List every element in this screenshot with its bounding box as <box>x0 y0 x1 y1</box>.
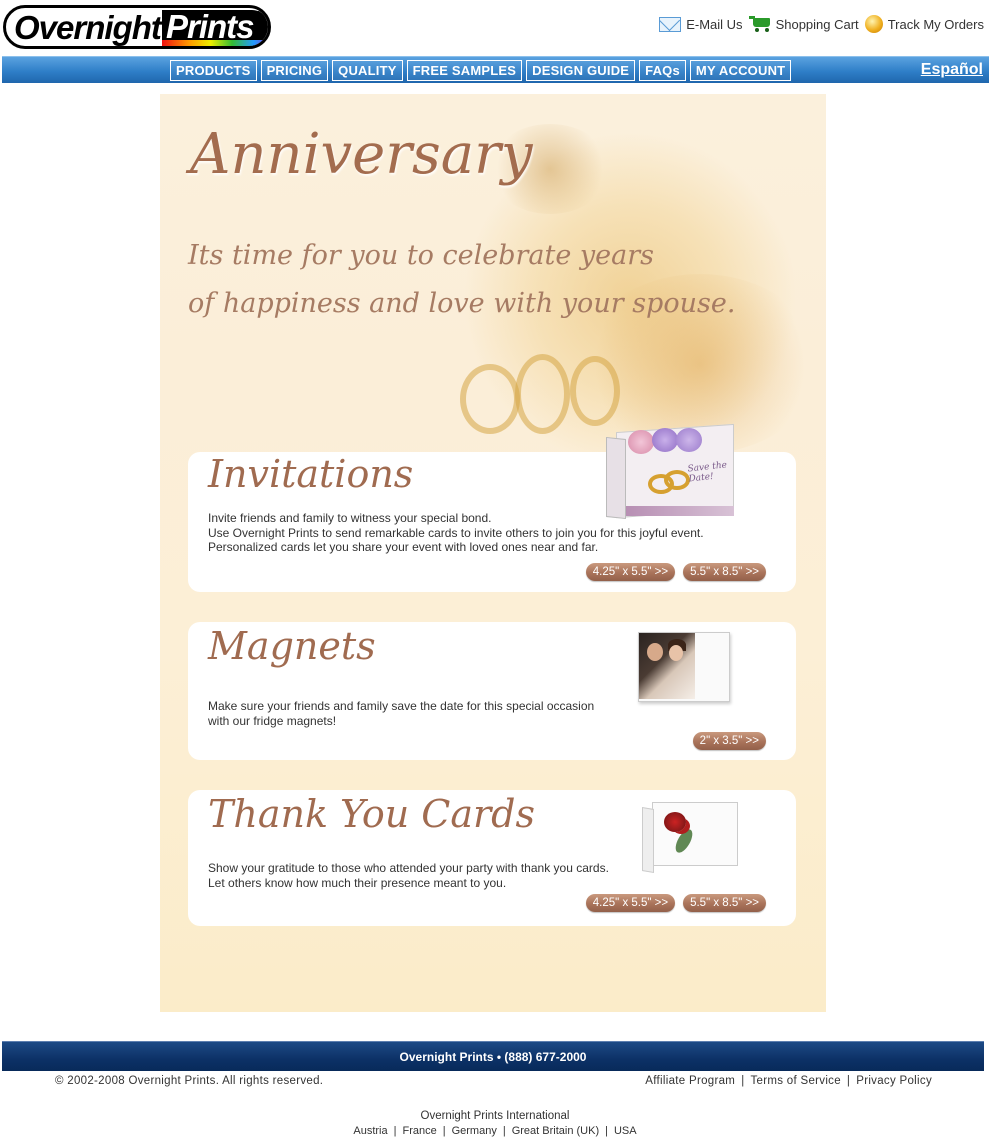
invitation-card-image[interactable]: Save the Date! <box>606 423 736 520</box>
country-links: Austria | France | Germany | Great Brita… <box>0 1125 990 1137</box>
logo-word-overnight: Overnight <box>14 9 162 46</box>
overnight-prints-logo[interactable]: Overnight Prints TM <box>3 5 271 49</box>
logo-rainbow-stripe <box>162 40 268 46</box>
separator: | <box>741 1075 745 1087</box>
track-icon <box>864 15 883 33</box>
email-us-link[interactable]: E-Mail Us <box>659 16 743 32</box>
hero-tagline: Its time for you to celebrate years of h… <box>188 232 748 328</box>
country-austria-link[interactable]: Austria <box>353 1125 387 1137</box>
country-usa-link[interactable]: USA <box>614 1125 637 1137</box>
separator: | <box>393 1125 397 1137</box>
shopping-cart-label: Shopping Cart <box>775 16 859 32</box>
separator: | <box>605 1125 608 1137</box>
gold-ring-icon-2 <box>664 470 690 490</box>
thank-you-card-image[interactable] <box>636 800 746 874</box>
separator: | <box>442 1125 446 1137</box>
magnets-size-2x3-button[interactable]: 2" x 3.5" >> <box>692 732 766 750</box>
thank-you-description: Show your gratitude to those who attende… <box>208 861 609 890</box>
thank-you-cards-card: Thank You Cards Show your gratitude to t… <box>188 790 796 926</box>
footer-phone-text: Overnight Prints • (888) 677-2000 <box>399 1050 587 1064</box>
country-great-britain-link[interactable]: Great Britain (UK) <box>512 1125 599 1137</box>
track-orders-label: Track My Orders <box>887 16 984 32</box>
main-nav-bar: PRODUCTS PRICING QUALITY FREE SAMPLES DE… <box>2 56 989 83</box>
ribbon-curl-2 <box>515 354 570 434</box>
privacy-policy-link[interactable]: Privacy Policy <box>856 1075 932 1087</box>
cart-icon <box>748 16 771 32</box>
ribbon-curl-3 <box>570 356 620 426</box>
thank-you-size-5x8-button[interactable]: 5.5" x 8.5" >> <box>683 894 766 912</box>
magnets-size-buttons: 2" x 3.5" >> <box>692 732 766 750</box>
footer-bar: Overnight Prints • (888) 677-2000 <box>2 1041 984 1071</box>
terms-of-service-link[interactable]: Terms of Service <box>750 1075 840 1087</box>
logo-trademark: TM <box>258 10 270 19</box>
top-links: E-Mail Us Shopping Cart Track My Orders <box>659 15 984 33</box>
magnets-title: Magnets <box>208 624 376 668</box>
track-orders-link[interactable]: Track My Orders <box>864 15 984 33</box>
invitations-size-buttons: 4.25" x 5.5" >> 5.5" x 8.5" >> <box>585 563 766 581</box>
invitations-size-4x5-button[interactable]: 4.25" x 5.5" >> <box>585 563 676 581</box>
mail-icon <box>659 16 682 32</box>
thank-you-size-4x5-button[interactable]: 4.25" x 5.5" >> <box>585 894 676 912</box>
shopping-cart-link[interactable]: Shopping Cart <box>748 16 859 32</box>
invitations-title: Invitations <box>208 452 414 496</box>
nav-quality[interactable]: QUALITY <box>332 60 403 81</box>
country-france-link[interactable]: France <box>402 1125 436 1137</box>
nav-my-account[interactable]: MY ACCOUNT <box>689 60 792 81</box>
anniversary-panel: Anniversary Its time for you to celebrat… <box>160 94 826 1012</box>
page-title: Anniversary <box>190 122 533 187</box>
nav-pricing[interactable]: PRICING <box>260 60 329 81</box>
email-us-label: E-Mail Us <box>686 16 743 32</box>
thank-you-title: Thank You Cards <box>208 792 535 836</box>
rose-lavender-icon <box>676 428 702 452</box>
footer-links: Affiliate Program | Terms of Service | P… <box>645 1075 932 1087</box>
magnets-description: Make sure your friends and family save t… <box>208 699 594 728</box>
separator: | <box>846 1075 851 1087</box>
thank-you-size-buttons: 4.25" x 5.5" >> 5.5" x 8.5" >> <box>585 894 766 912</box>
invitations-size-5x8-button[interactable]: 5.5" x 8.5" >> <box>683 563 766 581</box>
thank-you-line-1: Show your gratitude to those who attende… <box>208 861 609 875</box>
international-label: Overnight Prints International <box>420 1110 570 1122</box>
magnets-card: Magnets Make sure your friends and famil… <box>188 622 796 760</box>
rose-purple-icon <box>652 428 678 452</box>
magnets-line-2: with our fridge magnets! <box>208 713 337 728</box>
language-espanol-link[interactable]: Español <box>921 61 983 79</box>
red-flower-icon <box>664 812 686 832</box>
main-nav: PRODUCTS PRICING QUALITY FREE SAMPLES DE… <box>170 60 792 81</box>
invitations-card: Invitations Invite friends and family to… <box>188 423 796 592</box>
invitations-line-2: Use Overnight Prints to send remarkable … <box>208 525 704 540</box>
tagline-line-1: Its time for you to celebrate years <box>188 240 655 271</box>
site-header: Overnight Prints TM E-Mail Us Shopping C… <box>0 0 990 56</box>
ribbon-curl-1 <box>460 364 520 434</box>
nav-free-samples[interactable]: FREE SAMPLES <box>406 60 523 81</box>
invitations-line-3: Personalized cards let you share your ev… <box>208 540 599 554</box>
affiliate-program-link[interactable]: Affiliate Program <box>645 1075 735 1087</box>
nav-products[interactable]: PRODUCTS <box>170 60 257 81</box>
magnets-line-1: Make sure your friends and family save t… <box>208 699 595 713</box>
thank-you-line-2: Let others know how much their presence … <box>208 875 507 890</box>
separator: | <box>502 1125 506 1137</box>
rose-pink-icon <box>628 430 654 454</box>
copyright-text: © 2002-2008 Overnight Prints. All rights… <box>55 1075 324 1087</box>
nav-faqs[interactable]: FAQs <box>639 60 686 81</box>
country-germany-link[interactable]: Germany <box>452 1125 497 1137</box>
nav-design-guide[interactable]: DESIGN GUIDE <box>526 60 636 81</box>
tagline-line-2: of happiness and love with your spouse. <box>188 288 736 319</box>
magnet-image[interactable] <box>636 632 732 706</box>
